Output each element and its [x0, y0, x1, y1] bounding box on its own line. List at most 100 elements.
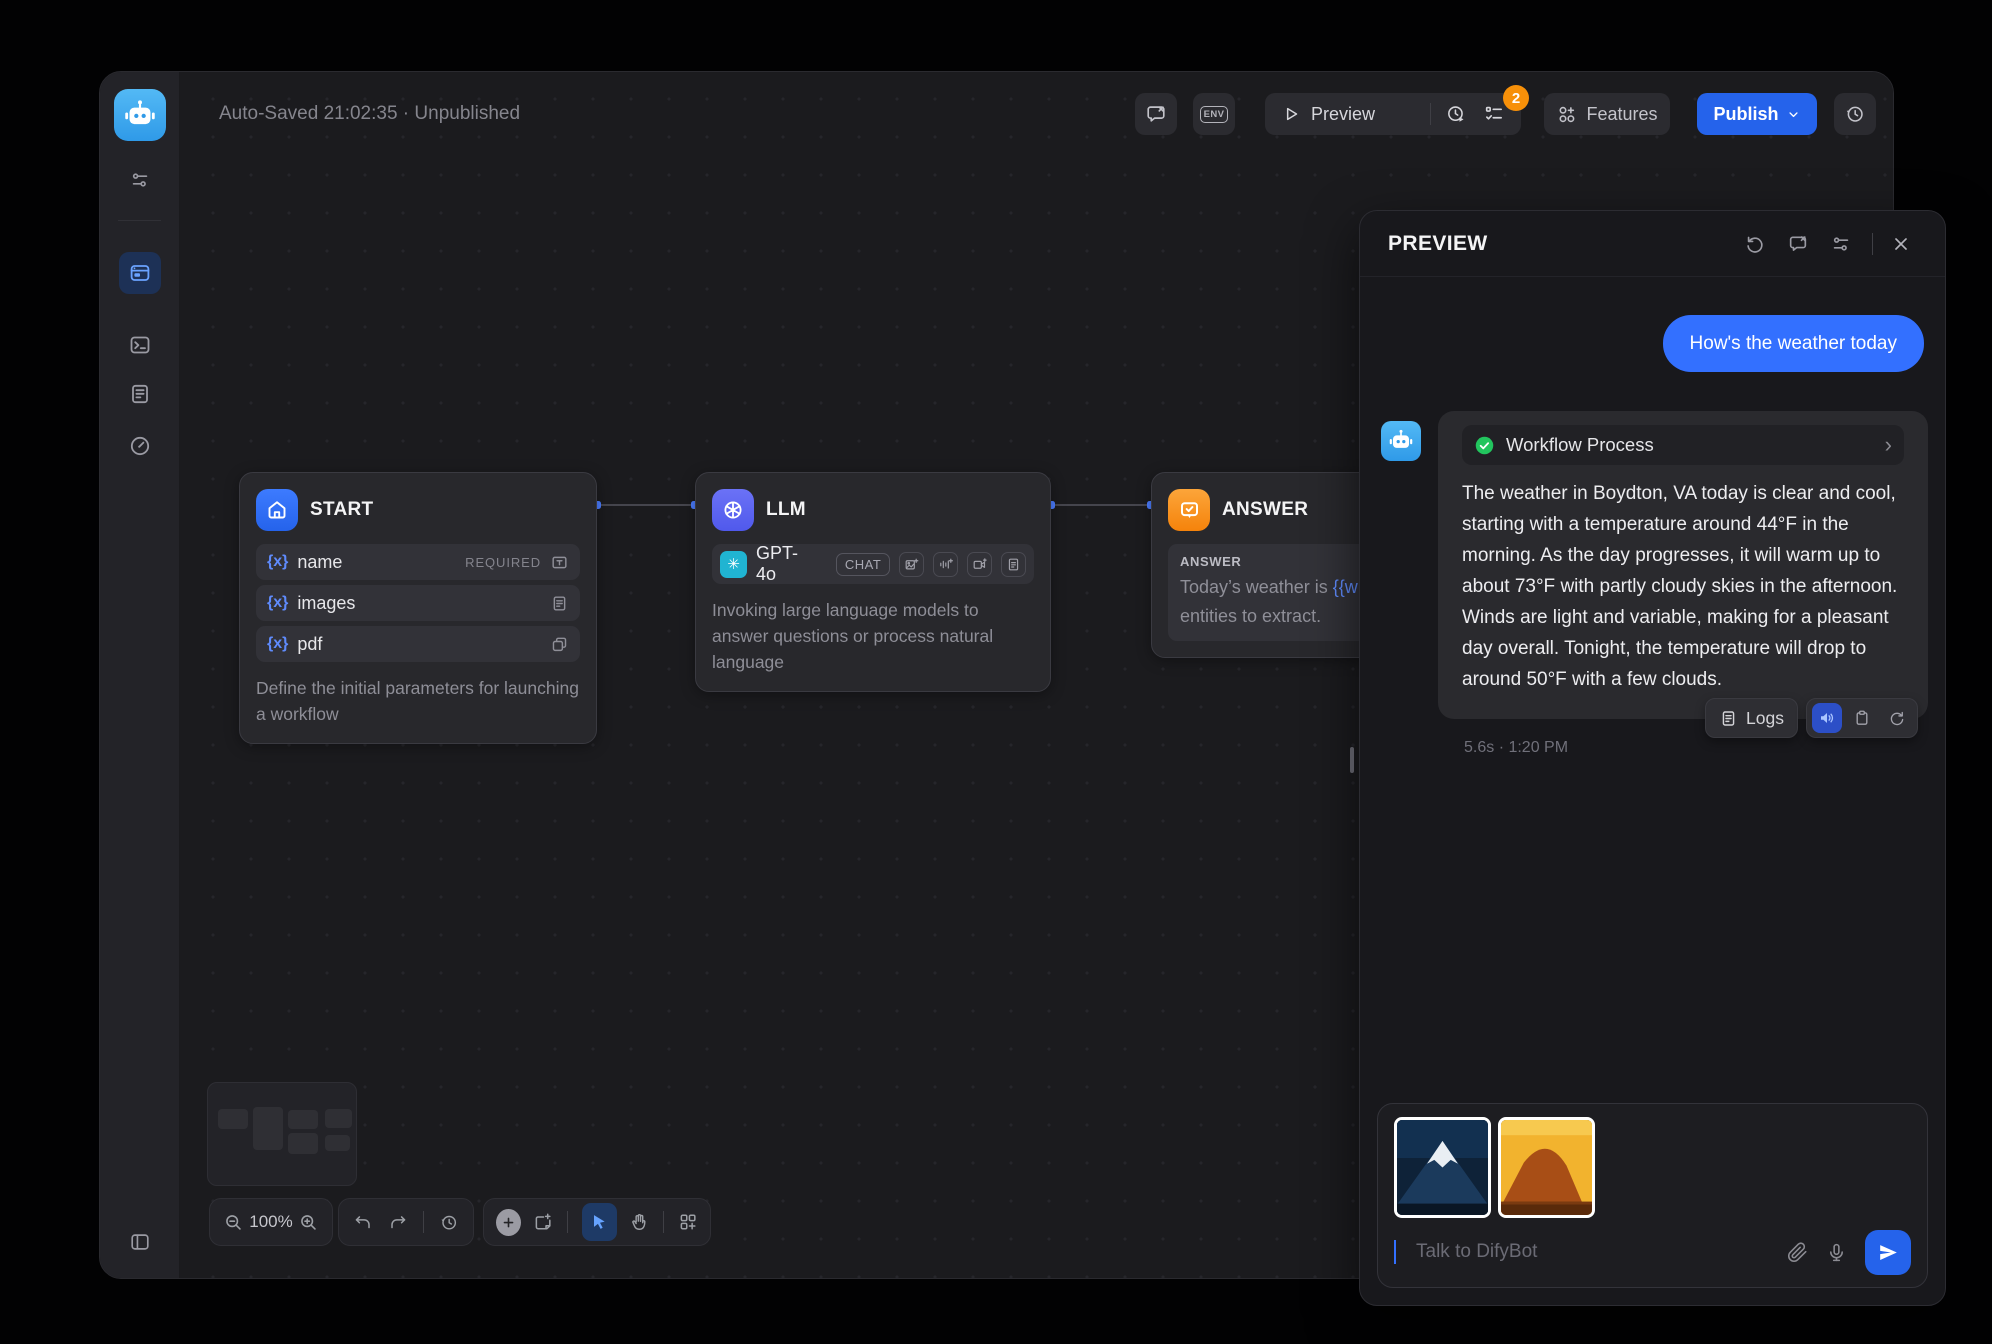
- refresh-icon: [1744, 233, 1766, 255]
- logs-button[interactable]: Logs: [1705, 698, 1798, 738]
- workflow-process-label: Workflow Process: [1506, 434, 1874, 456]
- preview-title: PREVIEW: [1388, 232, 1723, 256]
- node-answer-title: ANSWER: [1222, 499, 1308, 521]
- field-name: pdf: [297, 634, 322, 655]
- document-capability-icon: [1001, 552, 1026, 577]
- node-start[interactable]: START {x} name REQUIRED {x} images: [239, 472, 597, 744]
- preview-settings-button[interactable]: [1830, 233, 1852, 255]
- publish-button[interactable]: Publish: [1697, 93, 1817, 135]
- sidebar-item-orchestrate[interactable]: [119, 252, 161, 294]
- send-button[interactable]: [1865, 1230, 1911, 1275]
- files-stack-icon: [550, 635, 569, 654]
- comment-edit-icon: [1787, 233, 1809, 255]
- attachment-thumbnail-mountain-night[interactable]: [1394, 1117, 1491, 1218]
- sliders-icon: [1830, 233, 1852, 255]
- preview-panel: PREVIEW: [1359, 210, 1946, 1306]
- home-icon: [256, 489, 298, 531]
- openai-logo-icon: ✳: [720, 551, 747, 578]
- variable-icon: {x}: [267, 553, 288, 571]
- cursor-icon: [589, 1212, 609, 1232]
- node-start-title: START: [310, 499, 373, 521]
- start-field-pdf[interactable]: {x} pdf: [256, 626, 580, 662]
- llm-model-row[interactable]: ✳ GPT-4o CHAT: [712, 544, 1034, 584]
- attachment-thumbnail-mountain-sunset[interactable]: [1498, 1117, 1595, 1218]
- toolbar-divider: [1430, 103, 1431, 125]
- message-action-group: [1806, 698, 1918, 738]
- zoom-out-icon[interactable]: [223, 1212, 244, 1233]
- history-icon: [1844, 103, 1866, 125]
- pointer-mode-button[interactable]: [582, 1203, 617, 1241]
- regenerate-button[interactable]: [1882, 703, 1912, 733]
- workflow-process-toggle[interactable]: Workflow Process ›: [1462, 425, 1904, 465]
- robot-icon: [1388, 428, 1414, 454]
- undo-redo-controls: [338, 1198, 474, 1246]
- hand-mode-icon[interactable]: [629, 1211, 649, 1233]
- toolbar-divider: [423, 1211, 424, 1233]
- zoom-in-icon[interactable]: [298, 1212, 319, 1233]
- sidebar-divider: [118, 220, 161, 221]
- restart-conversation-button[interactable]: [1744, 233, 1766, 255]
- text-to-speech-button[interactable]: [1812, 703, 1842, 733]
- change-history-icon[interactable]: [439, 1212, 459, 1233]
- version-history-button[interactable]: [1834, 93, 1876, 135]
- text-input-icon: [550, 553, 569, 572]
- mountain-sunset-image: [1501, 1120, 1592, 1215]
- play-icon[interactable]: [1281, 104, 1301, 124]
- start-field-images[interactable]: {x} images: [256, 585, 580, 621]
- voice-input-button[interactable]: [1826, 1242, 1847, 1263]
- zoom-controls: 100%: [209, 1198, 333, 1246]
- app-logo[interactable]: [114, 89, 166, 141]
- message-meta: 5.6s · 1:20 PM: [1464, 739, 1928, 757]
- sidebar-item-monitoring[interactable]: [119, 425, 161, 467]
- bot-message-bubble: Workflow Process › The weather in Boydto…: [1438, 411, 1928, 719]
- undo-icon[interactable]: [353, 1212, 373, 1233]
- sidebar-item-logs[interactable]: [119, 373, 161, 415]
- publish-label: Publish: [1713, 104, 1778, 125]
- node-llm-title: LLM: [766, 499, 806, 521]
- preview-run-button[interactable]: Preview: [1311, 104, 1375, 125]
- features-button[interactable]: Features: [1544, 93, 1670, 135]
- sidebar-item-settings[interactable]: [119, 159, 161, 201]
- notes-button[interactable]: [1135, 93, 1177, 135]
- copy-button[interactable]: [1847, 703, 1877, 733]
- conversation-notes-button[interactable]: [1787, 233, 1809, 255]
- close-preview-button[interactable]: [1891, 234, 1911, 254]
- audio-capability-icon: [933, 552, 958, 577]
- required-badge: REQUIRED: [465, 555, 541, 570]
- microphone-icon: [1826, 1242, 1847, 1263]
- model-mode-badge: CHAT: [836, 553, 890, 576]
- zoom-level[interactable]: 100%: [249, 1212, 292, 1232]
- bot-message-row: Workflow Process › The weather in Boydto…: [1381, 411, 1928, 757]
- user-message: How's the weather today: [1663, 315, 1924, 372]
- minimap[interactable]: [207, 1082, 357, 1186]
- document-icon: [128, 382, 152, 406]
- node-llm-description: Invoking large language models to answer…: [712, 597, 1034, 675]
- chat-input-box: [1377, 1103, 1928, 1288]
- sidebar-item-terminal[interactable]: [119, 324, 161, 366]
- attach-file-button[interactable]: [1787, 1242, 1808, 1263]
- chat-input[interactable]: [1414, 1240, 1769, 1264]
- checklist-icon[interactable]: [1483, 103, 1505, 125]
- node-llm[interactable]: LLM ✳ GPT-4o CHAT: [695, 472, 1051, 692]
- logs-label: Logs: [1746, 708, 1784, 729]
- start-field-name[interactable]: {x} name REQUIRED: [256, 544, 580, 580]
- edge-llm-answer: [1051, 504, 1151, 506]
- run-history-icon[interactable]: [1445, 103, 1467, 125]
- add-node-button[interactable]: [496, 1209, 521, 1236]
- checklist-badge: 2: [1503, 85, 1529, 111]
- mountain-night-image: [1397, 1120, 1488, 1215]
- panel-resize-handle[interactable]: [1350, 747, 1354, 773]
- organize-layout-icon[interactable]: [678, 1211, 698, 1233]
- send-icon: [1878, 1242, 1899, 1263]
- toolbar-divider: [663, 1211, 664, 1233]
- edge-start-llm: [597, 504, 695, 506]
- env-button[interactable]: ENV: [1193, 93, 1235, 135]
- redo-icon[interactable]: [388, 1212, 408, 1233]
- close-icon: [1891, 234, 1911, 254]
- sidebar-collapse-button[interactable]: [119, 1221, 161, 1263]
- success-check-icon: [1474, 435, 1495, 456]
- vision-capability-icon: [899, 552, 924, 577]
- video-capability-icon: [967, 552, 992, 577]
- answer-variable: {{w: [1333, 577, 1358, 597]
- add-note-icon[interactable]: [533, 1211, 553, 1233]
